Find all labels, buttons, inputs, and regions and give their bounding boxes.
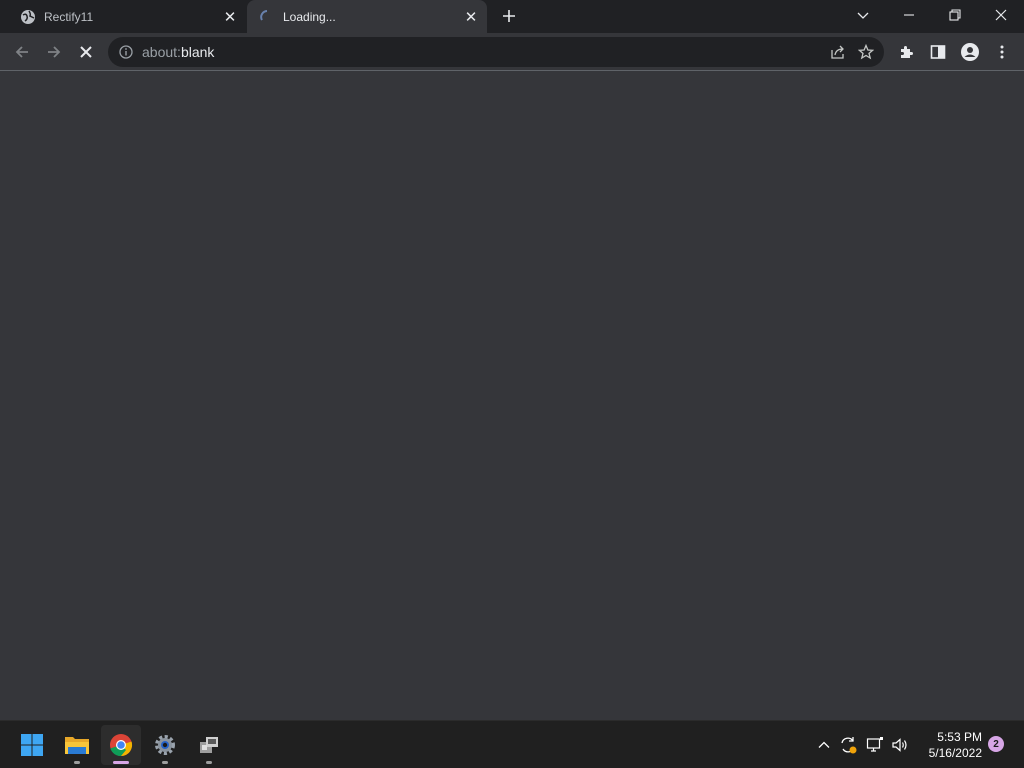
url-host: blank — [180, 44, 215, 60]
stop-loading-icon — [80, 46, 92, 58]
profile-button[interactable] — [958, 40, 982, 64]
minimize-button[interactable] — [886, 0, 932, 30]
taskbar-clock[interactable]: 5:53 PM 5/16/2022 — [916, 729, 982, 761]
windows-start-icon — [21, 734, 43, 756]
settings-gear-icon — [155, 735, 175, 755]
sync-icon — [841, 737, 857, 754]
close-icon — [995, 9, 1007, 21]
running-indicator — [162, 761, 168, 764]
chevron-up-icon — [818, 741, 830, 748]
taskbar-file-explorer[interactable] — [57, 725, 97, 765]
url-scheme: about: — [142, 44, 181, 60]
stop-loading-button[interactable] — [74, 40, 98, 64]
notification-badge[interactable]: 2 — [988, 736, 1004, 752]
sync-tray-button[interactable] — [836, 733, 860, 757]
minimize-icon — [904, 14, 914, 16]
taskbar-chrome[interactable] — [101, 725, 141, 765]
menu-kebab-icon — [1000, 45, 1004, 59]
share-button[interactable] — [824, 38, 852, 66]
extensions-puzzle-icon — [901, 46, 913, 58]
restore-icon — [949, 9, 961, 21]
side-panel-icon — [930, 45, 946, 59]
clock-date: 5/16/2022 — [928, 746, 982, 760]
menu-button[interactable] — [990, 40, 1014, 64]
show-hidden-icons-button[interactable] — [812, 733, 836, 757]
bookmark-star-icon — [858, 44, 874, 60]
side-panel-button[interactable] — [926, 40, 950, 64]
forward-button[interactable] — [42, 40, 66, 64]
start-button[interactable] — [12, 725, 52, 765]
globe-icon — [20, 9, 36, 25]
site-info-icon[interactable] — [118, 44, 134, 60]
profile-icon — [961, 43, 979, 61]
chevron-down-icon — [857, 12, 869, 19]
extensions-button[interactable] — [894, 40, 918, 64]
taskbar-installer[interactable] — [189, 725, 229, 765]
clock-time: 5:53 PM — [937, 730, 982, 744]
tab-search-button[interactable] — [840, 0, 886, 30]
chrome-icon — [110, 734, 133, 757]
network-icon — [866, 737, 883, 752]
folder-icon — [65, 737, 89, 754]
loading-spinner-icon — [259, 9, 275, 25]
installer-icon — [200, 737, 218, 753]
taskbar: 5:53 PM 5/16/2022 — [0, 720, 1024, 768]
back-arrow-icon — [15, 46, 28, 58]
close-tab-icon[interactable]: ✕ — [461, 7, 481, 27]
close-tab-icon[interactable]: ✕ — [220, 7, 240, 27]
tab-title: Rectify11 — [44, 9, 94, 24]
taskbar-settings[interactable] — [145, 725, 185, 765]
forward-arrow-icon — [48, 46, 61, 58]
tab-rectify11[interactable]: Rectify11 ✕ — [8, 0, 246, 33]
share-icon — [831, 45, 844, 59]
plus-icon — [503, 10, 515, 22]
address-bar[interactable]: about:blank — [108, 37, 884, 67]
volume-tray-button[interactable] — [888, 733, 912, 757]
url-text[interactable]: about:blank — [142, 44, 824, 60]
active-indicator — [113, 761, 129, 764]
back-button[interactable] — [10, 40, 34, 64]
tab-strip: Rectify11 ✕ Loading... ✕ — [0, 0, 1024, 33]
close-window-button[interactable] — [978, 0, 1024, 30]
page-content[interactable] — [0, 71, 1024, 720]
tab-loading[interactable]: Loading... ✕ — [247, 0, 487, 33]
network-tray-button[interactable] — [863, 733, 887, 757]
running-indicator — [206, 761, 212, 764]
volume-icon — [892, 738, 907, 752]
restore-button[interactable] — [932, 0, 978, 30]
running-indicator — [74, 761, 80, 764]
browser-toolbar: about:blank — [0, 33, 1024, 71]
tab-title: Loading... — [283, 9, 336, 24]
bookmark-button[interactable] — [852, 38, 880, 66]
new-tab-button[interactable] — [498, 5, 520, 27]
